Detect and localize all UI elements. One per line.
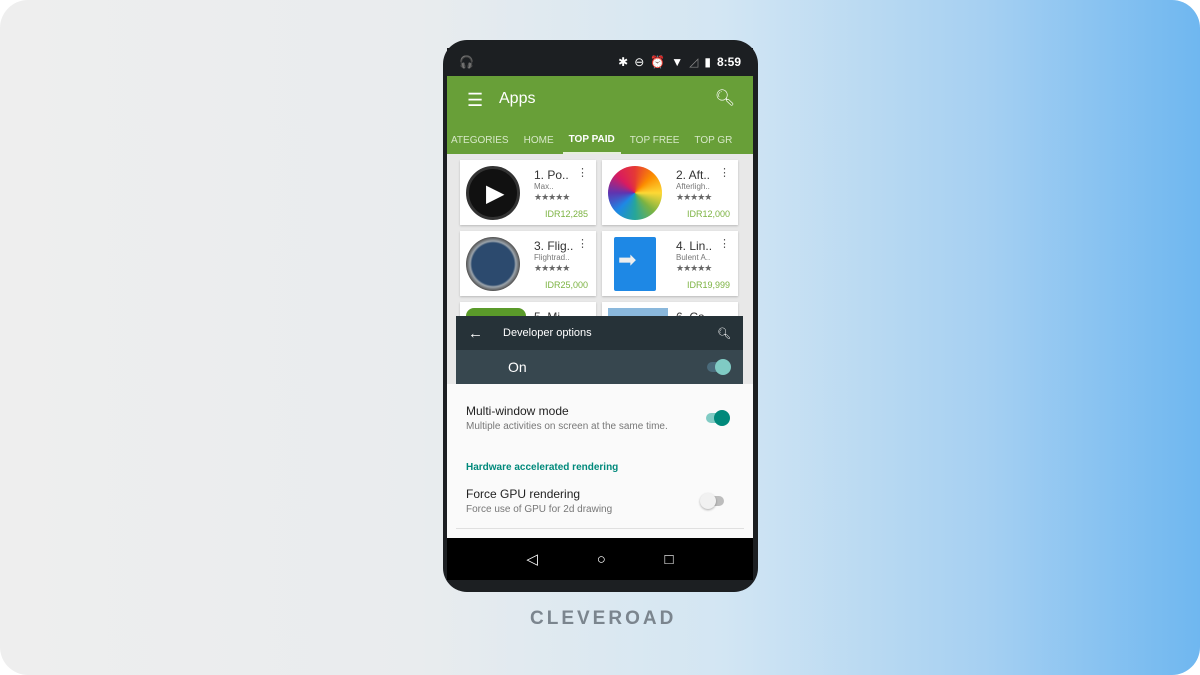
app-card[interactable]: ▶ 1. Po.. ⋮ Max.. ★★★★★ IDR12,285 xyxy=(460,160,596,225)
app-card[interactable]: ➡ 4. Lin.. ⋮ Bulent A.. ★★★★★ IDR19,999 xyxy=(602,231,738,296)
settings-list: Multi-window mode Multiple activities on… xyxy=(447,384,753,538)
app-developer: Afterligh.. xyxy=(676,182,710,191)
menu-icon[interactable]: ☰ xyxy=(467,90,483,111)
app-rating: ★★★★★ xyxy=(676,263,712,273)
clock: 8:59 xyxy=(716,55,741,69)
more-icon[interactable]: ⋮ xyxy=(577,166,588,179)
setting-title: Force GPU rendering xyxy=(466,487,581,501)
setting-summary: Force use of GPU for 2d drawing xyxy=(466,504,613,515)
setting-title: Multi-window mode xyxy=(466,404,569,418)
app-name: 4. Lin.. xyxy=(676,239,713,253)
headphones-icon: 🎧 xyxy=(459,55,474,69)
app-card[interactable]: 3. Flig.. ⋮ Flightrad.. ★★★★★ IDR25,000 xyxy=(460,231,596,296)
app-bar: ☰ Apps 🔍︎ ATEGORIES HOME TOP PAID TOP FR… xyxy=(447,76,753,154)
back-button[interactable]: ◁ xyxy=(526,550,538,568)
master-toggle[interactable] xyxy=(707,359,731,375)
navigation-bar: ◁ ○ □ xyxy=(447,538,753,580)
more-icon[interactable]: ⋮ xyxy=(719,237,730,250)
app-card[interactable]: 2. Aft.. ⋮ Afterligh.. ★★★★★ IDR12,000 xyxy=(602,160,738,225)
alarm-icon: ⏰ xyxy=(650,55,666,69)
app-price: IDR19,999 xyxy=(686,280,730,290)
app-rating: ★★★★★ xyxy=(676,192,712,202)
app-icon-flightradar xyxy=(466,237,520,291)
app-rating: ★★★★★ xyxy=(534,192,570,202)
bluetooth-icon: ✱ xyxy=(618,55,629,69)
tab-categories[interactable]: ATEGORIES xyxy=(447,128,515,154)
app-price: IDR12,000 xyxy=(686,209,730,219)
cleveroad-logo: CLEVEROAD xyxy=(530,608,677,629)
more-icon[interactable]: ⋮ xyxy=(719,166,730,179)
divider xyxy=(456,528,744,529)
app-name: 1. Po.. xyxy=(534,168,569,182)
app-developer: Flightrad.. xyxy=(534,253,570,262)
tab-top-grossing[interactable]: TOP GR xyxy=(688,128,738,154)
tab-home[interactable]: HOME xyxy=(518,128,560,154)
master-switch-row[interactable]: On xyxy=(456,350,743,384)
dnd-icon: ⊖ xyxy=(634,55,645,69)
tab-bar: ATEGORIES HOME TOP PAID TOP FREE TOP GR xyxy=(447,128,741,154)
app-developer: Bulent A.. xyxy=(676,253,711,262)
battery-icon: ▮ xyxy=(704,55,711,69)
tab-top-paid[interactable]: TOP PAID xyxy=(562,128,621,154)
search-icon[interactable]: 🔍︎ xyxy=(715,88,735,108)
signal-icon: ◿ xyxy=(689,55,699,69)
app-price: IDR25,000 xyxy=(544,280,588,290)
recents-button[interactable]: □ xyxy=(665,551,674,568)
tab-top-free[interactable]: TOP FREE xyxy=(624,128,686,154)
status-bar: 🎧 ✱ ⊖ ⏰ ▼ ◿ ▮ 8:59 xyxy=(447,48,753,76)
phone-screen: 🎧 ✱ ⊖ ⏰ ▼ ◿ ▮ 8:59 ☰ Apps 🔍︎ ATEGORIES H… xyxy=(447,48,753,580)
app-developer: Max.. xyxy=(534,182,554,191)
force-gpu-row[interactable]: Force GPU rendering Force use of GPU for… xyxy=(466,487,736,515)
multi-window-row[interactable]: Multi-window mode Multiple activities on… xyxy=(466,404,736,432)
app-rating: ★★★★★ xyxy=(534,263,570,273)
master-switch-label: On xyxy=(508,359,527,375)
multi-window-toggle[interactable] xyxy=(706,410,730,426)
app-icon-poweramp: ▶ xyxy=(466,166,520,220)
setting-summary: Multiple activities on screen at the sam… xyxy=(466,421,668,432)
developer-options-header: ← Developer options 🔍︎ On xyxy=(456,316,743,384)
app-price: IDR12,285 xyxy=(544,209,588,219)
force-gpu-toggle[interactable] xyxy=(700,493,724,509)
app-icon-link2sd: ➡ xyxy=(614,237,656,291)
app-name: 2. Aft.. xyxy=(676,168,711,182)
more-icon[interactable]: ⋮ xyxy=(577,237,588,250)
wifi-icon: ▼ xyxy=(671,55,684,69)
developer-options-title: Developer options xyxy=(503,327,592,339)
home-button[interactable]: ○ xyxy=(597,551,606,568)
back-arrow-icon[interactable]: ← xyxy=(468,325,483,342)
app-name: 3. Flig.. xyxy=(534,239,574,253)
app-icon-afterlight xyxy=(608,166,662,220)
section-header: Hardware accelerated rendering xyxy=(466,462,619,473)
search-icon[interactable]: 🔍︎ xyxy=(717,327,731,340)
page-title: Apps xyxy=(499,90,536,107)
phone-frame: 🎧 ✱ ⊖ ⏰ ▼ ◿ ▮ 8:59 ☰ Apps 🔍︎ ATEGORIES H… xyxy=(443,40,758,592)
